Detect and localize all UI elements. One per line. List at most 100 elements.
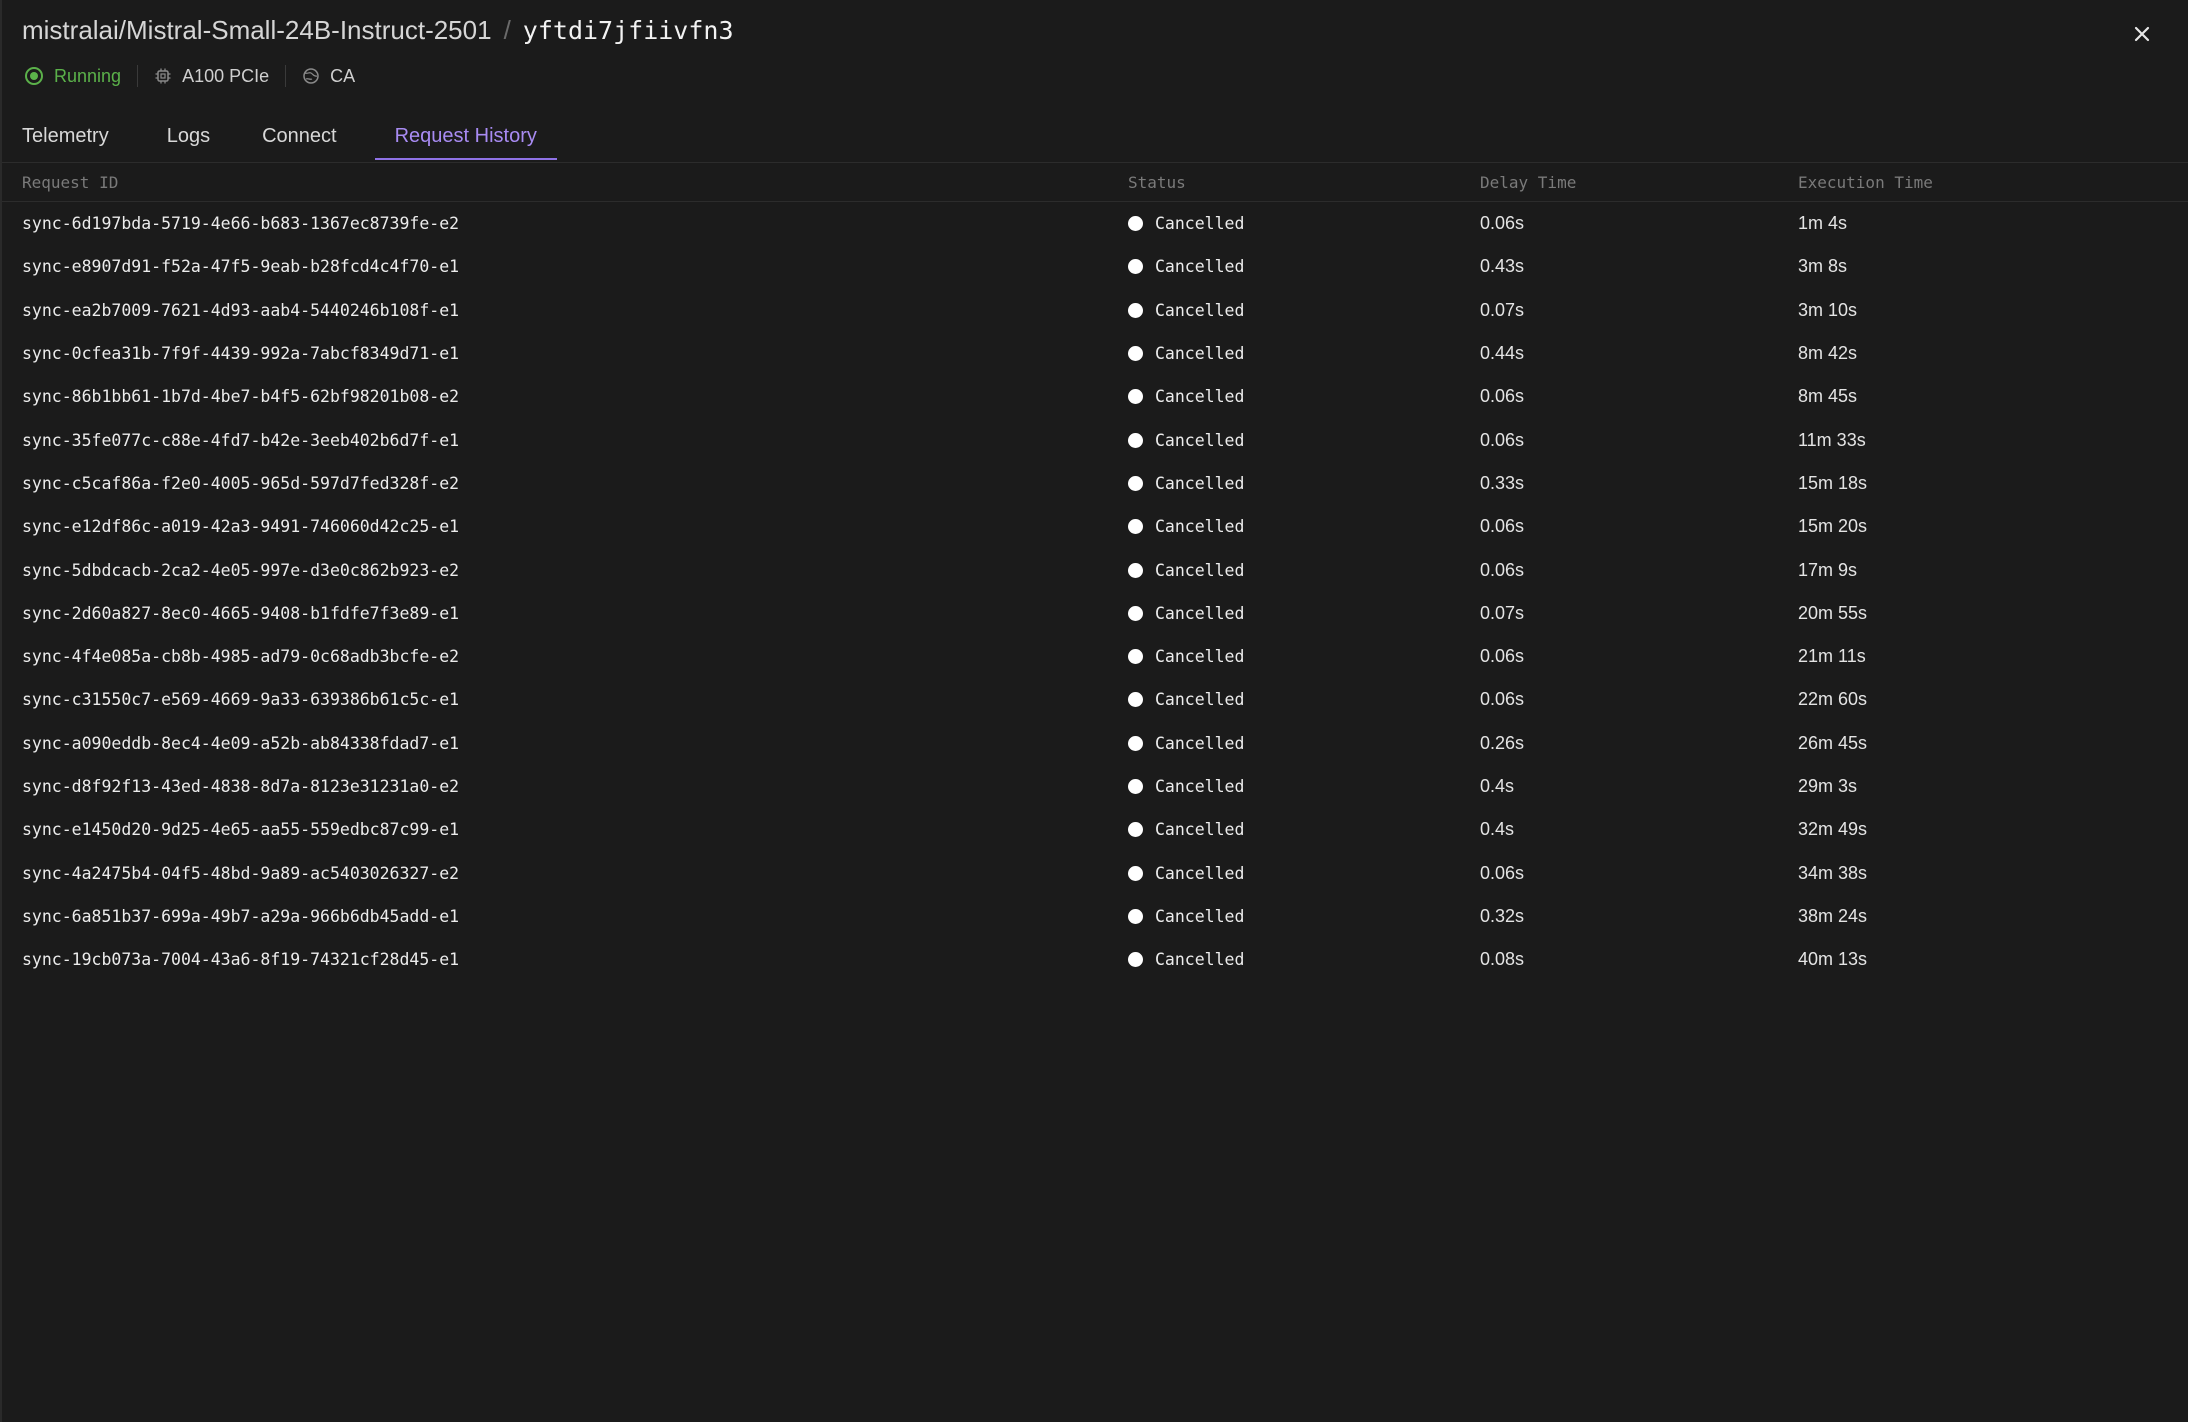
gpu-text: A100 PCIe bbox=[182, 65, 270, 86]
delay-time-cell: 0.07s bbox=[1480, 299, 1525, 320]
tab-telemetry[interactable]: Telemetry bbox=[2, 112, 129, 160]
execution-time-cell: 34m 38s bbox=[1798, 862, 1868, 883]
status-dot-icon bbox=[1128, 822, 1143, 838]
status-cell: Cancelled bbox=[1108, 474, 1460, 493]
delay-time-cell: 0.07s bbox=[1480, 602, 1525, 623]
delay-time-cell: 0.26s bbox=[1480, 732, 1525, 753]
status-label: Cancelled bbox=[1155, 647, 1245, 667]
endpoint-id: yftdi7jfiivfn3 bbox=[522, 16, 734, 45]
delay-time-cell: 0.06s bbox=[1480, 386, 1525, 407]
status-dot-icon bbox=[1128, 346, 1143, 362]
endpoint-meta: Running A100 PCIe CA bbox=[24, 62, 355, 90]
table-row[interactable]: sync-2d60a827-8ec0-4665-9408-b1fdfe7f3e8… bbox=[2, 592, 2188, 635]
status-dot-icon bbox=[1128, 302, 1143, 318]
status-label: Cancelled bbox=[1155, 733, 1245, 753]
status-cell: Cancelled bbox=[1108, 820, 1460, 839]
tab-connect[interactable]: Connect bbox=[230, 112, 357, 160]
table-row[interactable]: sync-86b1bb61-1b7d-4be7-b4f5-62bf98201b0… bbox=[2, 375, 2188, 418]
request-id-cell: sync-6a851b37-699a-49b7-a29a-966b6db45ad… bbox=[22, 906, 460, 926]
execution-time-cell: 20m 55s bbox=[1798, 602, 1868, 623]
region-text: CA bbox=[330, 65, 356, 86]
request-id-cell: sync-e1450d20-9d25-4e65-aa55-559edbc87c9… bbox=[22, 820, 460, 840]
status-label: Cancelled bbox=[1155, 820, 1245, 840]
table-row[interactable]: sync-c31550c7-e569-4669-9a33-639386b61c5… bbox=[2, 678, 2188, 721]
table-row[interactable]: sync-6d197bda-5719-4e66-b683-1367ec8739f… bbox=[2, 202, 2188, 245]
status-dot-icon bbox=[1128, 649, 1143, 665]
meta-divider bbox=[285, 65, 287, 87]
tab-logs[interactable]: Logs bbox=[129, 112, 230, 160]
table-row[interactable]: sync-e12df86c-a019-42a3-9491-746060d42c2… bbox=[2, 505, 2188, 548]
execution-time-cell: 15m 18s bbox=[1798, 472, 1868, 493]
execution-time-cell: 32m 49s bbox=[1798, 819, 1868, 840]
status-label: Cancelled bbox=[1155, 300, 1245, 320]
request-id-cell: sync-4a2475b4-04f5-48bd-9a89-ac540302632… bbox=[22, 863, 460, 883]
delay-time-cell: 0.4s bbox=[1480, 819, 1515, 840]
delay-time-cell: 0.06s bbox=[1480, 559, 1525, 580]
request-id-cell: sync-2d60a827-8ec0-4665-9408-b1fdfe7f3e8… bbox=[22, 603, 460, 623]
status-cell: Cancelled bbox=[1108, 690, 1460, 709]
status-label: Cancelled bbox=[1155, 517, 1245, 537]
status-label: Cancelled bbox=[1155, 214, 1245, 234]
execution-time-cell: 40m 13s bbox=[1798, 949, 1868, 970]
status-dot-icon bbox=[1128, 519, 1143, 535]
status-dot-icon bbox=[1128, 779, 1143, 794]
execution-time-cell: 3m 10s bbox=[1798, 299, 1858, 320]
tab-bar: Telemetry Logs Connect Request History bbox=[2, 112, 2188, 163]
request-id-cell: sync-19cb073a-7004-43a6-8f19-74321cf28d4… bbox=[22, 950, 460, 970]
status-text: Running bbox=[54, 65, 122, 86]
status-dot-icon bbox=[1128, 475, 1143, 491]
status-cell: Cancelled bbox=[1108, 431, 1460, 450]
table-row[interactable]: sync-ea2b7009-7621-4d93-aab4-5440246b108… bbox=[2, 289, 2188, 332]
status-cell: Cancelled bbox=[1108, 344, 1460, 363]
delay-time-cell: 0.32s bbox=[1480, 905, 1525, 926]
running-circle-icon bbox=[25, 67, 43, 85]
page-title: mistralai/Mistral-Small-24B-Instruct-250… bbox=[22, 12, 734, 49]
table-row[interactable]: sync-c5caf86a-f2e0-4005-965d-597d7fed328… bbox=[2, 462, 2188, 505]
request-id-cell: sync-86b1bb61-1b7d-4be7-b4f5-62bf98201b0… bbox=[22, 387, 460, 407]
status-cell: Cancelled bbox=[1108, 907, 1460, 926]
status-dot-icon bbox=[1128, 908, 1143, 924]
tab-request-history[interactable]: Request History bbox=[374, 112, 558, 160]
execution-time-cell: 15m 20s bbox=[1798, 516, 1868, 537]
table-row[interactable]: sync-0cfea31b-7f9f-4439-992a-7abcf8349d7… bbox=[2, 332, 2188, 375]
request-id-cell: sync-5dbdcacb-2ca2-4e05-997e-d3e0c862b92… bbox=[22, 560, 460, 580]
table-row[interactable]: sync-a090eddb-8ec4-4e09-a52b-ab84338fdad… bbox=[2, 722, 2188, 765]
status-dot-icon bbox=[1128, 216, 1143, 232]
delay-time-cell: 0.44s bbox=[1480, 343, 1525, 364]
delay-time-cell: 0.4s bbox=[1480, 776, 1515, 796]
table-row[interactable]: sync-d8f92f13-43ed-4838-8d7a-8123e31231a… bbox=[2, 765, 2188, 808]
request-id-cell: sync-a090eddb-8ec4-4e09-a52b-ab84338fdad… bbox=[22, 733, 460, 753]
close-button[interactable] bbox=[2128, 20, 2156, 48]
status-label: Cancelled bbox=[1155, 777, 1245, 796]
request-id-cell: sync-c5caf86a-f2e0-4005-965d-597d7fed328… bbox=[22, 473, 460, 493]
execution-time-cell: 29m 3s bbox=[1798, 776, 1858, 796]
table-row[interactable]: sync-6a851b37-699a-49b7-a29a-966b6db45ad… bbox=[2, 895, 2188, 938]
request-id-cell: sync-4f4e085a-cb8b-4985-ad79-0c68adb3bcf… bbox=[22, 647, 460, 667]
status-label: Cancelled bbox=[1155, 387, 1245, 407]
status-cell: Cancelled bbox=[1108, 950, 1460, 969]
table-row[interactable]: sync-4a2475b4-04f5-48bd-9a89-ac540302632… bbox=[2, 851, 2188, 894]
execution-time-cell: 1m 4s bbox=[1798, 213, 1848, 234]
column-header-execution-time: Execution Time bbox=[1798, 172, 1933, 192]
delay-time-cell: 0.06s bbox=[1480, 429, 1525, 450]
close-icon bbox=[2134, 26, 2150, 42]
status-dot-icon bbox=[1128, 605, 1143, 621]
table-row[interactable]: sync-e8907d91-f52a-47f5-9eab-b28fcd4c4f7… bbox=[2, 245, 2188, 288]
title-separator: / bbox=[503, 15, 511, 45]
table-row[interactable]: sync-e1450d20-9d25-4e65-aa55-559edbc87c9… bbox=[2, 808, 2188, 851]
table-row[interactable]: sync-5dbdcacb-2ca2-4e05-997e-d3e0c862b92… bbox=[2, 548, 2188, 591]
execution-time-cell: 26m 45s bbox=[1798, 732, 1868, 753]
model-name: mistralai/Mistral-Small-24B-Instruct-250… bbox=[22, 15, 492, 45]
status-cell: Cancelled bbox=[1108, 214, 1460, 233]
table-row[interactable]: sync-19cb073a-7004-43a6-8f19-74321cf28d4… bbox=[2, 938, 2188, 981]
table-row[interactable]: sync-4f4e085a-cb8b-4985-ad79-0c68adb3bcf… bbox=[2, 635, 2188, 678]
globe-icon bbox=[303, 68, 319, 84]
status-dot-icon bbox=[1128, 952, 1143, 968]
meta-divider bbox=[137, 65, 139, 87]
status-badge: Running bbox=[24, 66, 121, 87]
execution-time-cell: 3m 8s bbox=[1798, 256, 1848, 277]
table-row[interactable]: sync-35fe077c-c88e-4fd7-b42e-3eeb402b6d7… bbox=[2, 418, 2188, 461]
request-id-cell: sync-6d197bda-5719-4e66-b683-1367ec8739f… bbox=[22, 214, 460, 234]
endpoint-detail-panel: mistralai/Mistral-Small-24B-Instruct-250… bbox=[0, 0, 2188, 1422]
request-id-cell: sync-d8f92f13-43ed-4838-8d7a-8123e31231a… bbox=[22, 777, 460, 796]
